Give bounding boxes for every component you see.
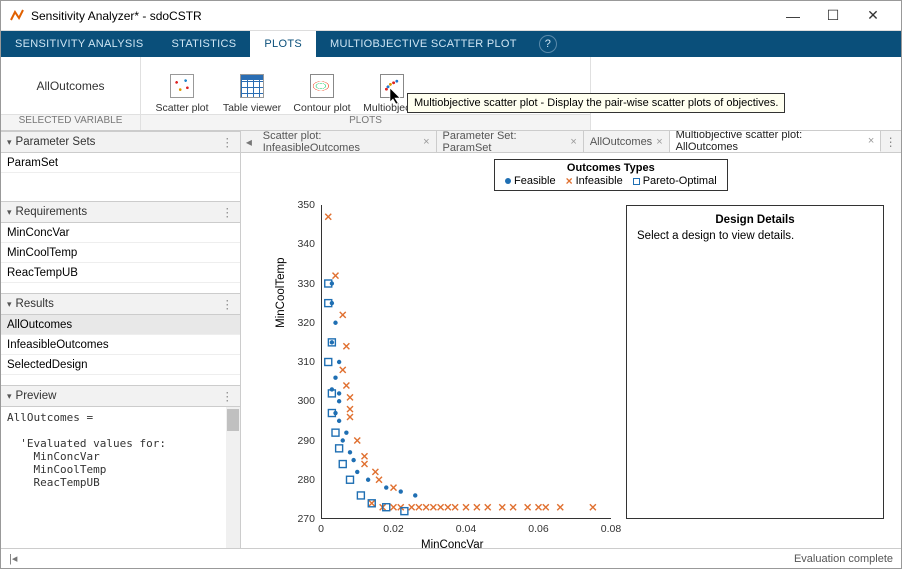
requirement-item[interactable]: ReacTempUB bbox=[1, 263, 240, 283]
design-details-text: Select a design to view details. bbox=[637, 230, 873, 242]
tooltip: Multiobjective scatter plot - Display th… bbox=[407, 93, 785, 113]
preview-header[interactable]: ▾Preview⋮ bbox=[1, 385, 240, 407]
app-logo-icon bbox=[9, 8, 25, 24]
doctab-paramset[interactable]: Parameter Set: ParamSet× bbox=[437, 131, 584, 152]
close-button[interactable]: ✕ bbox=[853, 2, 893, 30]
selected-variable-section-label: SELECTED VARIABLE bbox=[1, 114, 140, 130]
toolstrip: AllOutcomes SELECTED VARIABLE Scatter pl… bbox=[1, 57, 901, 131]
tab-sensitivity-analysis[interactable]: SENSITIVITY ANALYSIS bbox=[1, 31, 157, 57]
table-viewer-button[interactable]: Table viewer bbox=[217, 58, 287, 114]
right-pane: ◂ Scatter plot: InfeasibleOutcomes× Para… bbox=[241, 131, 901, 548]
parameter-set-item[interactable]: ParamSet bbox=[1, 153, 240, 173]
status-left-handle[interactable]: |◂ bbox=[9, 552, 17, 565]
y-tick: 340 bbox=[291, 238, 315, 250]
y-axis-label: MinCoolTemp bbox=[275, 258, 287, 328]
minimize-button[interactable]: — bbox=[773, 2, 813, 30]
x-axis-label: MinConcVar bbox=[421, 539, 483, 551]
x-tick: 0.06 bbox=[528, 523, 548, 535]
document-tabs: ◂ Scatter plot: InfeasibleOutcomes× Para… bbox=[241, 131, 901, 153]
feasible-marker-icon bbox=[505, 178, 511, 184]
table-viewer-label: Table viewer bbox=[223, 102, 281, 114]
preview-scrollbar[interactable] bbox=[226, 407, 240, 548]
result-item[interactable]: AllOutcomes bbox=[1, 315, 240, 335]
y-tick: 300 bbox=[291, 395, 315, 407]
legend-title: Outcomes Types bbox=[505, 162, 717, 174]
results-header[interactable]: ▾Results⋮ bbox=[1, 293, 240, 315]
y-tick: 280 bbox=[291, 474, 315, 486]
multiobjective-scatter-icon bbox=[380, 74, 404, 98]
help-button[interactable]: ? bbox=[539, 35, 557, 53]
title-bar: Sensitivity Analyzer* - sdoCSTR — ☐ ✕ bbox=[1, 1, 901, 31]
close-icon[interactable]: × bbox=[868, 135, 874, 147]
plot-area: Outcomes Types Feasible ×Infeasible Pare… bbox=[241, 153, 901, 548]
preview-menu-icon[interactable]: ⋮ bbox=[222, 389, 235, 403]
requirements-header[interactable]: ▾Requirements⋮ bbox=[1, 201, 240, 223]
result-item[interactable]: InfeasibleOutcomes bbox=[1, 335, 240, 355]
requirements-menu-icon[interactable]: ⋮ bbox=[222, 205, 235, 219]
doctab-alloutcomes[interactable]: AllOutcomes× bbox=[584, 131, 670, 152]
requirement-item[interactable]: MinConcVar bbox=[1, 223, 240, 243]
maximize-button[interactable]: ☐ bbox=[813, 2, 853, 30]
left-pane: ▾Parameter Sets⋮ ParamSet ▾Requirements⋮… bbox=[1, 131, 241, 548]
window-title: Sensitivity Analyzer* - sdoCSTR bbox=[31, 9, 773, 23]
chart-points[interactable] bbox=[321, 205, 611, 519]
doctab-overflow-menu[interactable]: ⋮ bbox=[881, 131, 901, 152]
close-icon[interactable]: × bbox=[423, 136, 429, 148]
status-text: Evaluation complete bbox=[794, 553, 893, 565]
scatter-plot-icon bbox=[170, 74, 194, 98]
preview-body: AllOutcomes = 'Evaluated values for: Min… bbox=[1, 407, 240, 548]
parameter-sets-header[interactable]: ▾Parameter Sets⋮ bbox=[1, 131, 240, 153]
parameter-sets-menu-icon[interactable]: ⋮ bbox=[222, 135, 235, 149]
results-menu-icon[interactable]: ⋮ bbox=[222, 297, 235, 311]
plots-section-label: PLOTS bbox=[141, 114, 590, 130]
x-tick: 0 bbox=[318, 523, 324, 535]
result-item[interactable]: SelectedDesign bbox=[1, 355, 240, 375]
tab-plots[interactable]: PLOTS bbox=[250, 31, 316, 57]
ribbon-tabstrip: SENSITIVITY ANALYSIS STATISTICS PLOTS MU… bbox=[1, 31, 901, 57]
y-tick: 310 bbox=[291, 356, 315, 368]
y-tick: 350 bbox=[291, 199, 315, 211]
y-tick: 330 bbox=[291, 278, 315, 290]
tab-statistics[interactable]: STATISTICS bbox=[157, 31, 250, 57]
contour-plot-label: Contour plot bbox=[293, 102, 350, 114]
status-bar: |◂ Evaluation complete bbox=[1, 548, 901, 568]
infeasible-marker-icon: × bbox=[566, 174, 573, 188]
x-tick: 0.04 bbox=[456, 523, 476, 535]
tab-multiobjective-scatter-plot[interactable]: MULTIOBJECTIVE SCATTER PLOT bbox=[316, 31, 531, 57]
requirement-item[interactable]: MinCoolTemp bbox=[1, 243, 240, 263]
design-details-panel: Design Details Select a design to view d… bbox=[626, 205, 884, 519]
x-tick: 0.08 bbox=[601, 523, 621, 535]
table-viewer-icon bbox=[240, 74, 264, 98]
contour-plot-button[interactable]: Contour plot bbox=[287, 58, 357, 114]
doctab-multiobj-alloutcomes[interactable]: Multiobjective scatter plot: AllOutcomes… bbox=[670, 131, 882, 152]
scatter-plot-button[interactable]: Scatter plot bbox=[147, 58, 217, 114]
doctab-scatter-infeasible[interactable]: Scatter plot: InfeasibleOutcomes× bbox=[257, 131, 437, 152]
y-tick: 320 bbox=[291, 317, 315, 329]
y-tick: 290 bbox=[291, 435, 315, 447]
y-tick: 270 bbox=[291, 513, 315, 525]
design-details-title: Design Details bbox=[637, 214, 873, 226]
close-icon[interactable]: × bbox=[656, 136, 662, 148]
close-icon[interactable]: × bbox=[570, 136, 576, 148]
preview-scroll-thumb[interactable] bbox=[227, 409, 239, 431]
x-tick: 0.02 bbox=[383, 523, 403, 535]
scatter-plot-label: Scatter plot bbox=[155, 102, 208, 114]
doctab-prev-button[interactable]: ◂ bbox=[241, 131, 257, 152]
contour-plot-icon bbox=[310, 74, 334, 98]
selected-variable-display: AllOutcomes bbox=[1, 57, 140, 114]
pareto-marker-icon bbox=[633, 178, 640, 185]
legend: Outcomes Types Feasible ×Infeasible Pare… bbox=[494, 159, 728, 191]
